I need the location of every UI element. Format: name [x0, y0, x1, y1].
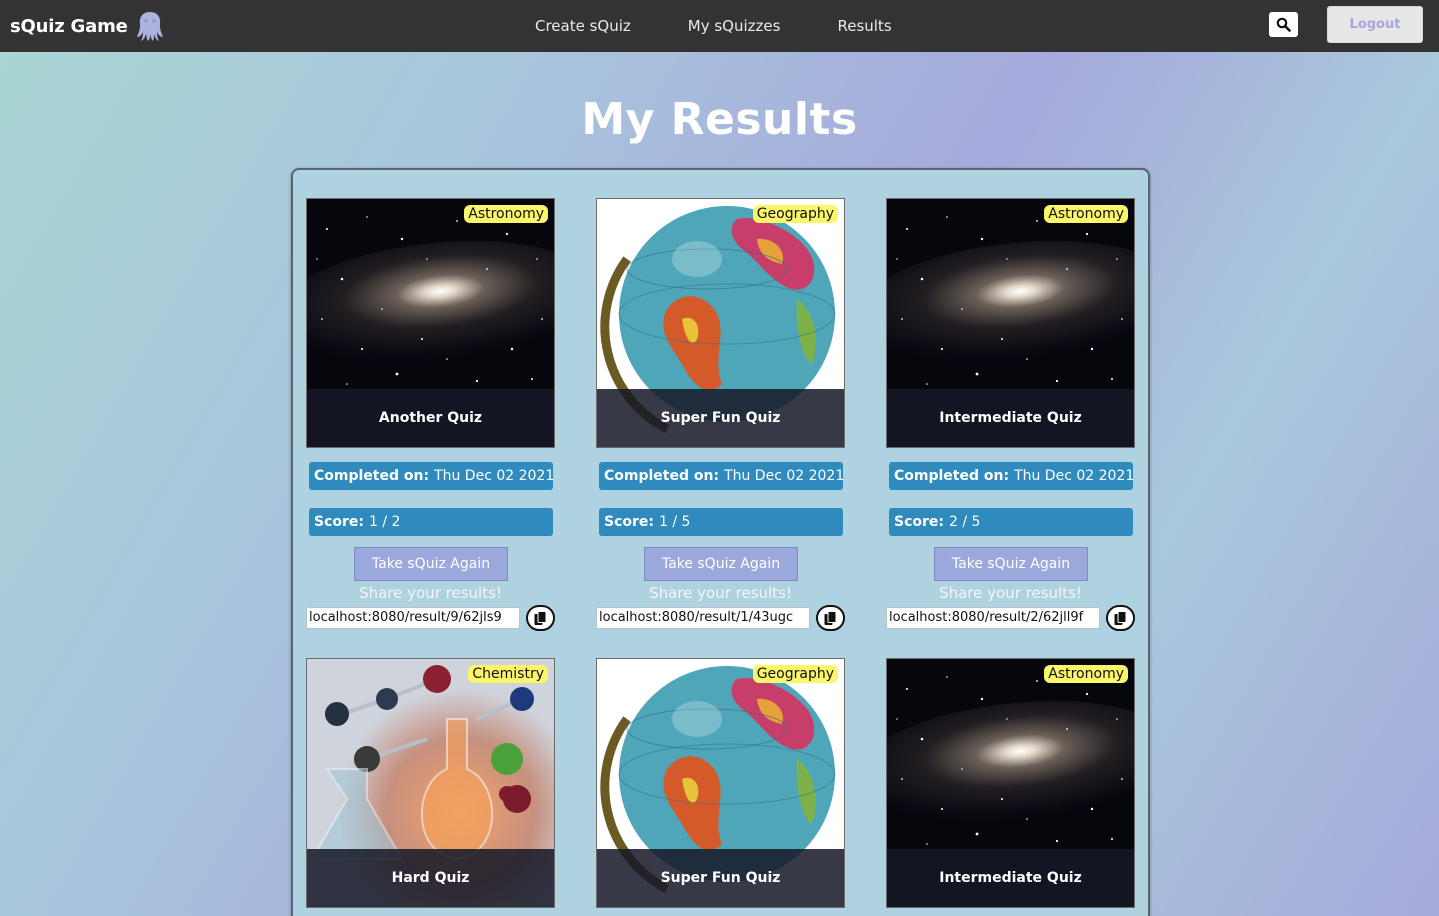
octopus-logo-icon	[136, 12, 163, 41]
quiz-name: Another Quiz	[307, 389, 554, 447]
quiz-thumbnail[interactable]: Astronomy Another Quiz	[306, 198, 555, 448]
category-tag: Astronomy	[1044, 205, 1128, 223]
results-panel: Astronomy Another Quiz Completed on: Thu…	[291, 168, 1150, 916]
share-row: localhost:8080/result/1/43ugc	[596, 605, 845, 631]
score-label: Score:	[314, 514, 364, 530]
copy-icon	[824, 610, 837, 625]
share-results-text: Share your results!	[649, 584, 792, 602]
navbar: sQuiz Game Create sQuiz My sQuizzes Resu…	[0, 0, 1439, 52]
logout-button[interactable]: Logout	[1327, 6, 1423, 43]
search-button[interactable]	[1269, 12, 1298, 37]
copy-icon	[534, 610, 547, 625]
category-tag: Geography	[752, 665, 838, 683]
score-bar: Score: 2 / 5	[889, 508, 1133, 536]
score-label: Score:	[604, 514, 654, 530]
quiz-thumbnail[interactable]: Geography Super Fun Quiz	[596, 198, 845, 448]
completed-label: Completed on:	[314, 468, 430, 484]
quiz-name: Super Fun Quiz	[597, 389, 844, 447]
score-bar: Score: 1 / 5	[599, 508, 843, 536]
quiz-name: Super Fun Quiz	[597, 849, 844, 907]
category-tag: Astronomy	[464, 205, 548, 223]
quiz-name: Intermediate Quiz	[887, 849, 1134, 907]
quiz-thumbnail[interactable]: Chemistry Hard Quiz	[306, 658, 555, 908]
completed-date: Thu Dec 02 2021	[1014, 468, 1133, 484]
copy-icon	[1114, 610, 1127, 625]
share-results-text: Share your results!	[939, 584, 1082, 602]
nav-create-squiz[interactable]: Create sQuiz	[535, 17, 631, 35]
share-row: localhost:8080/result/9/62jls9	[306, 605, 555, 631]
share-link-field[interactable]: localhost:8080/result/2/62jll9f	[886, 607, 1100, 629]
category-tag: Geography	[752, 205, 838, 223]
nav-results[interactable]: Results	[837, 17, 891, 35]
result-card: Astronomy Intermediate Quiz Completed on…	[886, 198, 1135, 631]
take-squiz-again-button[interactable]: Take sQuiz Again	[644, 547, 798, 581]
nav-links: Create sQuiz My sQuizzes Results	[535, 0, 892, 52]
share-link-field[interactable]: localhost:8080/result/9/62jls9	[306, 607, 520, 629]
completed-on-bar: Completed on: Thu Dec 02 2021	[309, 462, 553, 490]
result-card: Chemistry Hard Quiz	[306, 658, 555, 908]
search-icon	[1276, 17, 1291, 32]
page-title: My Results	[581, 94, 858, 145]
brand[interactable]: sQuiz Game	[10, 0, 165, 52]
category-tag: Chemistry	[468, 665, 548, 683]
share-results-text: Share your results!	[359, 584, 502, 602]
score-value: 2 / 5	[949, 514, 981, 530]
share-row: localhost:8080/result/2/62jll9f	[886, 605, 1135, 631]
take-squiz-again-button[interactable]: Take sQuiz Again	[934, 547, 1088, 581]
nav-my-squizzes[interactable]: My sQuizzes	[688, 17, 781, 35]
result-card: Astronomy Another Quiz Completed on: Thu…	[306, 198, 555, 631]
completed-label: Completed on:	[894, 468, 1010, 484]
score-value: 1 / 2	[369, 514, 401, 530]
score-label: Score:	[894, 514, 944, 530]
copy-link-button[interactable]	[816, 605, 845, 631]
quiz-thumbnail[interactable]: Astronomy Intermediate Quiz	[886, 658, 1135, 908]
quiz-thumbnail[interactable]: Astronomy Intermediate Quiz	[886, 198, 1135, 448]
score-bar: Score: 1 / 2	[309, 508, 553, 536]
completed-date: Thu Dec 02 2021	[724, 468, 843, 484]
take-squiz-again-button[interactable]: Take sQuiz Again	[354, 547, 508, 581]
copy-link-button[interactable]	[526, 605, 555, 631]
copy-link-button[interactable]	[1106, 605, 1135, 631]
quiz-thumbnail[interactable]: Geography Super Fun Quiz	[596, 658, 845, 908]
category-tag: Astronomy	[1044, 665, 1128, 683]
result-card: Astronomy Intermediate Quiz	[886, 658, 1135, 908]
brand-title: sQuiz Game	[10, 15, 128, 37]
completed-on-bar: Completed on: Thu Dec 02 2021	[889, 462, 1133, 490]
completed-label: Completed on:	[604, 468, 720, 484]
share-link-field[interactable]: localhost:8080/result/1/43ugc	[596, 607, 810, 629]
score-value: 1 / 5	[659, 514, 691, 530]
quiz-name: Intermediate Quiz	[887, 389, 1134, 447]
result-card: Geography Super Fun Quiz Completed on: T…	[596, 198, 845, 631]
completed-date: Thu Dec 02 2021	[434, 468, 553, 484]
result-card: Geography Super Fun Quiz	[596, 658, 845, 908]
quiz-name: Hard Quiz	[307, 849, 554, 907]
completed-on-bar: Completed on: Thu Dec 02 2021	[599, 462, 843, 490]
